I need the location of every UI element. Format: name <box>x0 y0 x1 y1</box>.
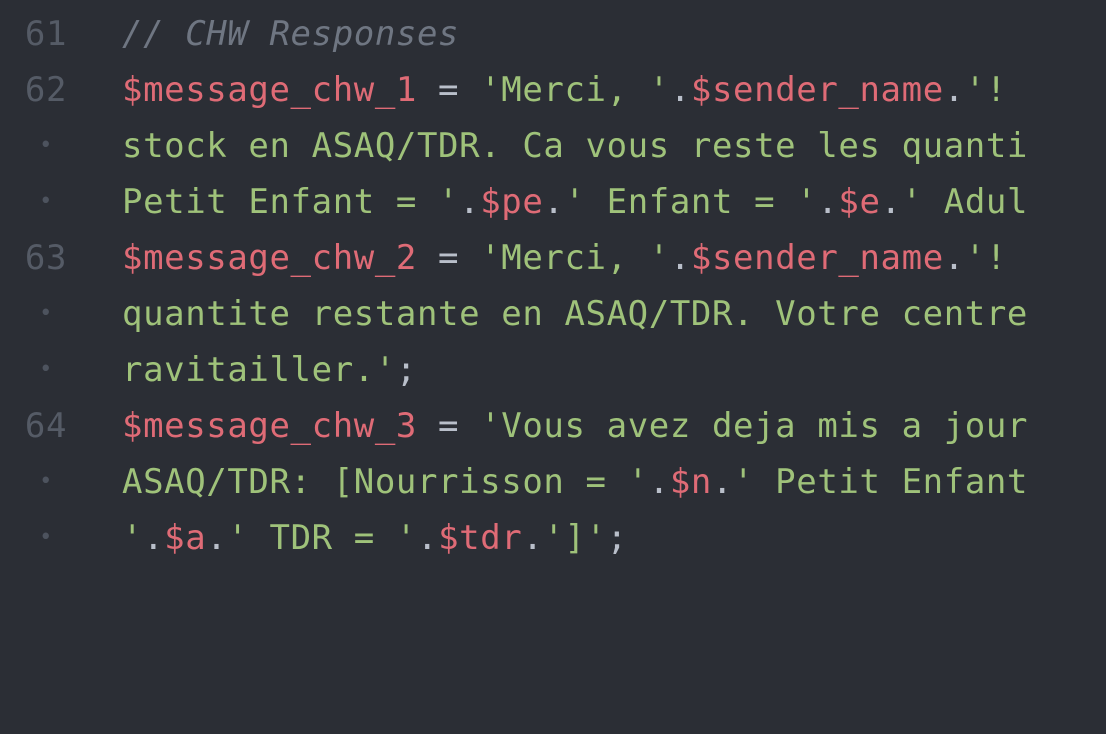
code-string: ASAQ/TDR: [Nourrisson = ' <box>122 462 649 502</box>
code-variable: $sender_name <box>690 70 944 110</box>
code-variable: $n <box>669 462 712 502</box>
code-string: '! <box>964 238 1007 278</box>
code-operator: . <box>459 182 481 222</box>
code-operator: ; <box>606 518 628 558</box>
code-line[interactable]: 61 // CHW Responses <box>0 6 1106 62</box>
code-variable: $tdr <box>438 518 523 558</box>
code-string: '! <box>964 70 1007 110</box>
code-text[interactable]: ASAQ/TDR: [Nourrisson = '.$n.' Petit Enf… <box>122 454 1028 510</box>
code-string: Petit Enfant = ' <box>122 182 460 222</box>
wrap-indicator-icon: • <box>39 301 53 326</box>
code-operator: = <box>416 238 481 278</box>
code-operator: ; <box>395 350 417 390</box>
code-variable: $a <box>164 518 207 558</box>
code-string: ']' <box>543 518 607 558</box>
wrap-indicator-icon: • <box>39 357 53 382</box>
code-text[interactable]: $message_chw_2 = 'Merci, '.$sender_name.… <box>122 230 1007 286</box>
wrap-indicator-icon: • <box>39 525 53 550</box>
code-variable: $sender_name <box>690 238 944 278</box>
code-operator: = <box>416 406 481 446</box>
code-string: ' Petit Enfant <box>733 462 1029 502</box>
code-comment: // CHW Responses <box>122 14 460 54</box>
code-operator: . <box>669 238 691 278</box>
code-operator: . <box>711 462 734 502</box>
code-operator: . <box>206 518 228 558</box>
line-number: 62 <box>24 70 68 110</box>
code-line[interactable]: 63 $message_chw_2 = 'Merci, '.$sender_na… <box>0 230 1106 286</box>
code-text[interactable]: quantite restante en ASAQ/TDR. Votre cen… <box>122 286 1028 342</box>
code-operator: . <box>817 182 839 222</box>
wrap-indicator-icon: • <box>39 469 53 494</box>
code-text[interactable]: stock en ASAQ/TDR. Ca vous reste les qua… <box>122 118 1028 174</box>
code-line[interactable]: • quantite restante en ASAQ/TDR. Votre c… <box>0 286 1106 342</box>
code-variable: $message_chw_3 <box>122 406 417 446</box>
code-line[interactable]: 64 $message_chw_3 = 'Vous avez deja mis … <box>0 398 1106 454</box>
code-variable: $message_chw_2 <box>122 238 417 278</box>
code-string: stock en ASAQ/TDR. Ca vous reste les qua… <box>122 126 1028 166</box>
line-number: 64 <box>24 406 68 446</box>
line-number: 61 <box>24 14 68 54</box>
code-text[interactable]: '.$a.' TDR = '.$tdr.']'; <box>122 510 628 566</box>
code-string: ' Adul <box>901 182 1029 222</box>
code-line[interactable]: • ASAQ/TDR: [Nourrisson = '.$n.' Petit E… <box>0 454 1106 510</box>
code-operator: . <box>543 182 565 222</box>
code-variable: $message_chw_1 <box>122 70 417 110</box>
code-line[interactable]: • ravitailler.'; <box>0 342 1106 398</box>
code-string: ' Enfant = ' <box>564 182 818 222</box>
code-text[interactable]: Petit Enfant = '.$pe.' Enfant = '.$e.' A… <box>122 174 1028 230</box>
code-line[interactable]: • Petit Enfant = '.$pe.' Enfant = '.$e.'… <box>0 174 1106 230</box>
code-string: 'Merci, ' <box>480 70 670 110</box>
code-operator: . <box>143 518 165 558</box>
code-line[interactable]: • '.$a.' TDR = '.$tdr.']'; <box>0 510 1106 566</box>
code-string: 'Vous avez deja mis a jour <box>480 406 1029 446</box>
code-operator: . <box>522 518 544 558</box>
code-string: quantite restante en ASAQ/TDR. Votre cen… <box>122 294 1028 334</box>
code-string: ' TDR = ' <box>227 518 418 558</box>
code-operator: . <box>648 462 670 502</box>
code-line[interactable]: 62 $message_chw_1 = 'Merci, '.$sender_na… <box>0 62 1106 118</box>
code-line[interactable]: • stock en ASAQ/TDR. Ca vous reste les q… <box>0 118 1106 174</box>
code-text[interactable]: $message_chw_1 = 'Merci, '.$sender_name.… <box>122 62 1007 118</box>
code-text[interactable]: ravitailler.'; <box>122 342 417 398</box>
code-text[interactable]: $message_chw_3 = 'Vous avez deja mis a j… <box>122 398 1028 454</box>
code-operator: . <box>943 70 965 110</box>
wrap-indicator-icon: • <box>39 133 53 158</box>
code-operator: . <box>669 70 691 110</box>
line-number: 63 <box>24 238 68 278</box>
code-string: ' <box>122 518 144 558</box>
code-string: 'Merci, ' <box>480 238 670 278</box>
code-editor[interactable]: 61 // CHW Responses 62 $message_chw_1 = … <box>0 0 1106 572</box>
code-string: ravitailler.' <box>122 350 396 390</box>
code-operator: . <box>417 518 439 558</box>
code-operator: . <box>943 238 965 278</box>
wrap-indicator-icon: • <box>39 189 53 214</box>
code-text[interactable]: // CHW Responses <box>122 6 459 62</box>
code-operator: = <box>416 70 481 110</box>
code-variable: $pe <box>480 182 544 222</box>
code-variable: $e <box>838 182 881 222</box>
code-operator: . <box>880 182 902 222</box>
